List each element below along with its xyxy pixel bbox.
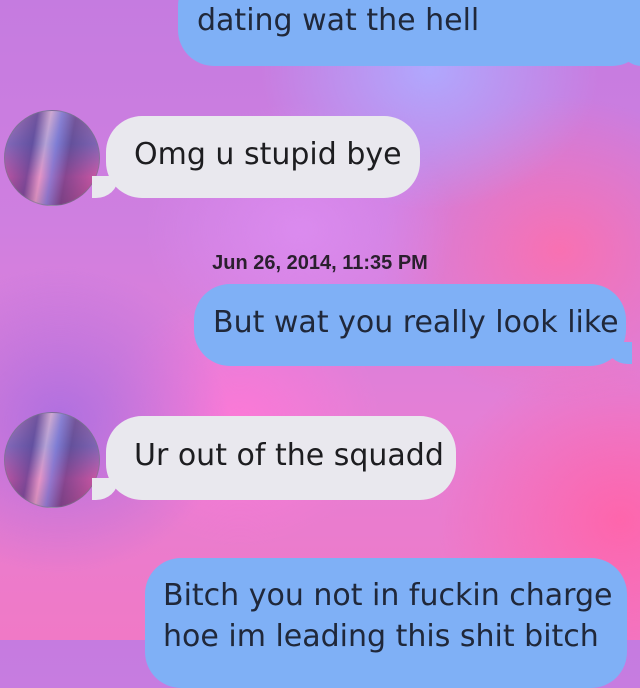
message-bubble-received[interactable]: Omg u stupid bye xyxy=(106,116,420,198)
bubble-tail xyxy=(606,342,632,364)
message-text: Ur out of the squadd xyxy=(134,438,444,473)
contact-avatar[interactable] xyxy=(4,412,100,508)
message-bubble-received[interactable]: Ur out of the squadd xyxy=(106,416,456,500)
message-bubble-sent[interactable]: But wat you really look like xyxy=(194,284,626,366)
message-bubble-sent[interactable]: Bitch you not in fuckin charge hoe im le… xyxy=(145,558,627,688)
message-text: Omg u stupid bye xyxy=(134,137,402,172)
message-text-line: hoe im leading this shit bitch xyxy=(163,619,599,654)
message-text-line: Bitch you not in fuckin charge xyxy=(163,578,613,613)
contact-avatar[interactable] xyxy=(4,110,100,206)
message-text: dating wat the hell xyxy=(197,3,480,38)
message-text: But wat you really look like xyxy=(213,305,619,340)
message-bubble-sent[interactable]: dating wat the hell xyxy=(178,0,640,66)
message-timestamp: Jun 26, 2014, 11:35 PM xyxy=(212,252,428,274)
